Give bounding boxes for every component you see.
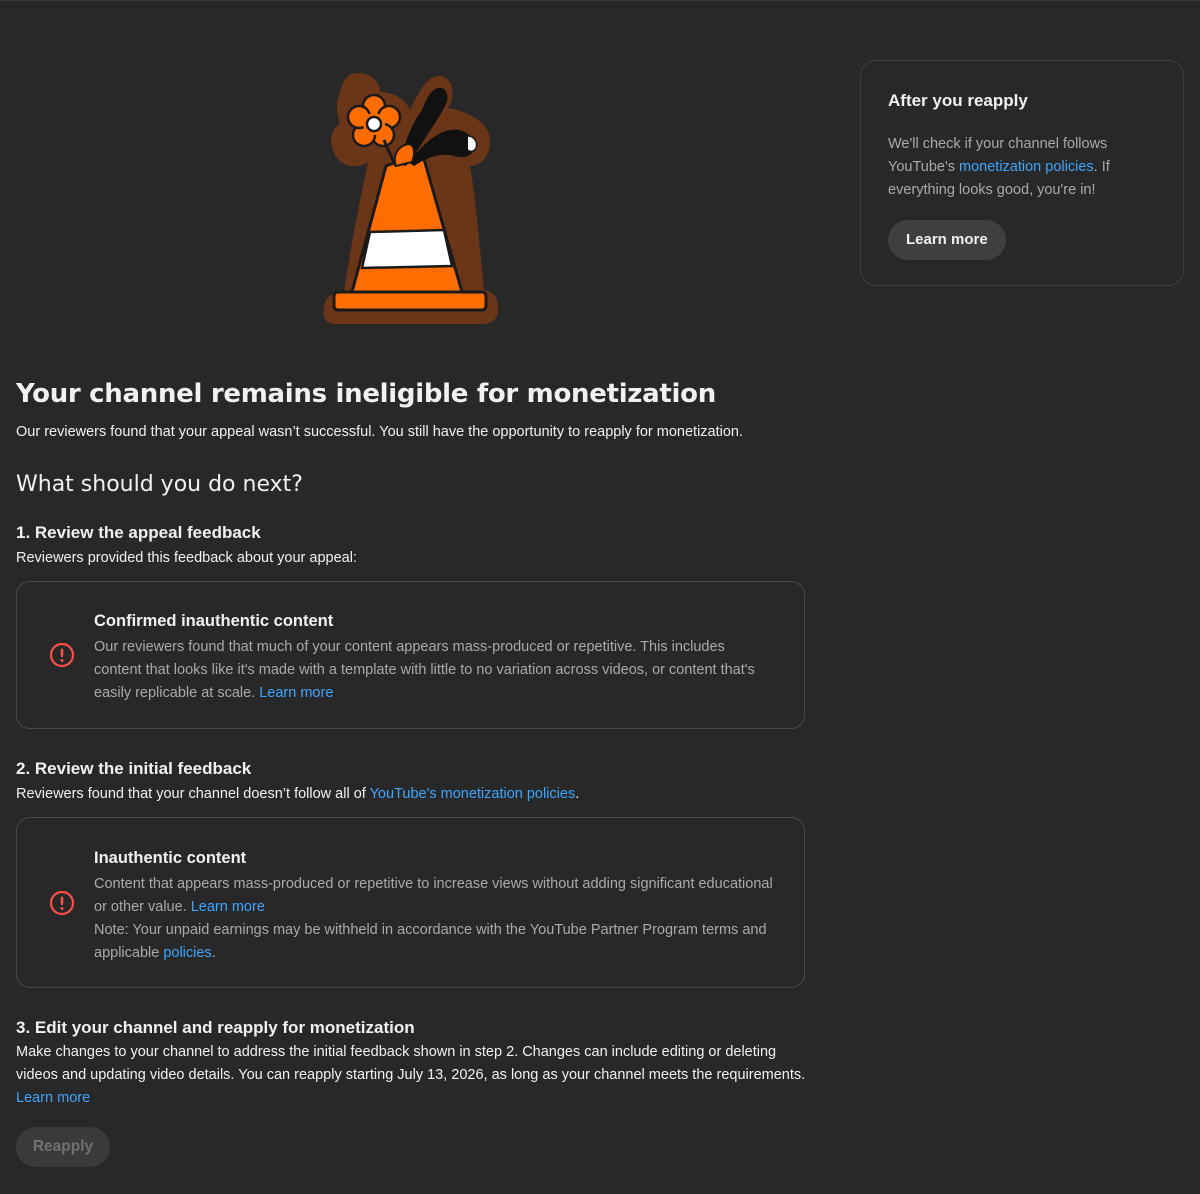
- initial-feedback-card: Inauthentic content Content that appears…: [16, 817, 805, 988]
- initial-feedback-body: Inauthentic content Content that appears…: [94, 847, 776, 965]
- policies-link[interactable]: policies: [163, 945, 211, 961]
- step-2: 2. Review the initial feedback Reviewers…: [16, 758, 806, 805]
- alert-circle-icon: [49, 890, 75, 916]
- initial-feedback-text: Content that appears mass-produced or re…: [94, 873, 776, 919]
- page: After you reapply We'll check if your ch…: [0, 0, 1200, 1194]
- intro-text: Our reviewers found that your appeal was…: [16, 424, 744, 440]
- top-divider: [0, 0, 1200, 1]
- initial-feedback-note-end: .: [211, 945, 216, 961]
- after-reapply-text: We'll check if your channel follows YouT…: [888, 133, 1156, 202]
- initial-learn-more-link[interactable]: Learn more: [191, 899, 265, 915]
- step-3: 3. Edit your channel and reapply for mon…: [16, 1017, 806, 1110]
- step-3-description: Make changes to your channel to address …: [16, 1044, 806, 1083]
- appeal-feedback-card: Confirmed inauthentic content Our review…: [16, 581, 805, 729]
- step-1: 1. Review the appeal feedback Reviewers …: [16, 522, 806, 569]
- main-content: Your channel remains ineligible for mone…: [16, 378, 806, 500]
- youtube-monetization-policies-link[interactable]: YouTube's monetization policies: [370, 786, 576, 802]
- after-reapply-title: After you reapply: [888, 91, 1028, 110]
- alert-circle-icon: [49, 642, 75, 668]
- step-2-title: 2. Review the initial feedback: [16, 759, 252, 778]
- initial-feedback-note: Note: Your unpaid earnings may be withhe…: [94, 919, 776, 965]
- after-reapply-card: After you reapply We'll check if your ch…: [860, 60, 1184, 286]
- step-2-subtitle: Reviewers found that your channel doesn’…: [16, 783, 806, 805]
- step-1-subtitle: Reviewers provided this feedback about y…: [16, 550, 357, 566]
- appeal-learn-more-link[interactable]: Learn more: [259, 685, 333, 701]
- reapply-learn-more-link[interactable]: Learn more: [16, 1090, 90, 1106]
- initial-feedback-title: Inauthentic content: [94, 849, 247, 867]
- step-2-subtitle-end: .: [575, 786, 580, 802]
- learn-more-button[interactable]: Learn more: [888, 220, 1006, 260]
- step-2-subtitle-start: Reviewers found that your channel doesn’…: [16, 786, 370, 802]
- appeal-feedback-text: Our reviewers found that much of your co…: [94, 636, 776, 705]
- traffic-cone-illustration: [323, 73, 498, 324]
- step-1-title: 1. Review the appeal feedback: [16, 523, 261, 542]
- step-3-text: Make changes to your channel to address …: [16, 1041, 806, 1110]
- next-steps-heading: What should you do next?: [16, 472, 303, 497]
- appeal-feedback-body: Confirmed inauthentic content Our review…: [94, 610, 776, 705]
- reapply-button[interactable]: Reapply: [16, 1127, 110, 1167]
- appeal-feedback-title: Confirmed inauthentic content: [94, 612, 334, 630]
- monetization-policies-link[interactable]: monetization policies: [959, 159, 1094, 175]
- step-3-title: 3. Edit your channel and reapply for mon…: [16, 1018, 415, 1037]
- appeal-feedback-description: Our reviewers found that much of your co…: [94, 639, 755, 701]
- page-title: Your channel remains ineligible for mone…: [16, 379, 716, 409]
